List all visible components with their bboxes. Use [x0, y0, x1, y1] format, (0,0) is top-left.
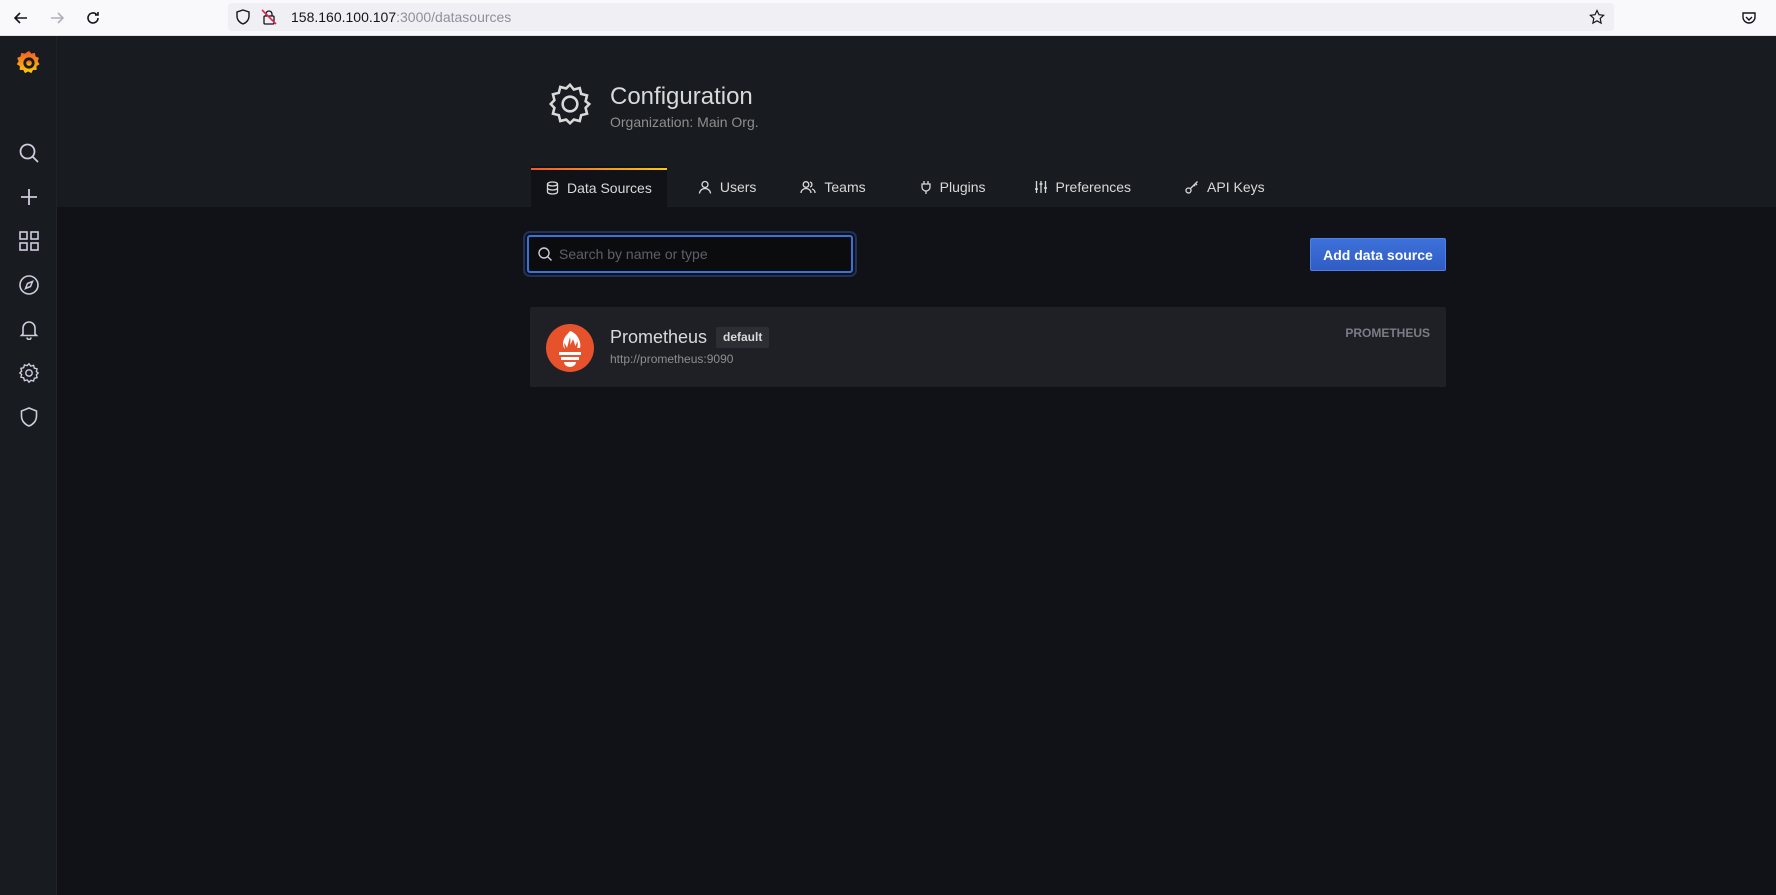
pocket-icon[interactable] [1737, 6, 1761, 30]
sidebar [0, 36, 57, 895]
search-field[interactable] [527, 235, 853, 273]
key-icon [1185, 180, 1198, 194]
page-header: Configuration Organization: Main Org. Da… [57, 36, 1776, 207]
grafana-logo-icon[interactable] [15, 49, 43, 77]
alerting-bell-icon[interactable] [15, 315, 43, 343]
add-data-source-button[interactable]: Add data source [1310, 238, 1446, 271]
tab-preferences[interactable]: Preferences [1019, 166, 1146, 207]
prometheus-logo-icon [546, 324, 594, 372]
plus-icon[interactable] [15, 183, 43, 211]
plug-icon [920, 180, 931, 194]
datasource-name: Prometheus [610, 327, 708, 347]
bookmark-star-icon[interactable] [1588, 8, 1606, 26]
users-icon [800, 180, 817, 193]
page-subtitle: Organization: Main Org. [610, 114, 759, 130]
datasource-url: http://prometheus:9090 [610, 352, 734, 366]
tab-label: Preferences [1055, 178, 1132, 195]
user-icon [698, 180, 711, 194]
reload-icon[interactable] [81, 6, 105, 30]
tab-label: Data Sources [567, 179, 652, 196]
tab-users[interactable]: Users [683, 166, 772, 207]
tab-data-sources[interactable]: Data Sources [531, 166, 667, 207]
sliders-icon [1034, 180, 1047, 193]
dashboards-icon[interactable] [15, 227, 43, 255]
tab-teams[interactable]: Teams [785, 166, 880, 207]
page-title: Configuration [610, 83, 753, 110]
tab-label: API Keys [1207, 178, 1265, 195]
tab-plugins[interactable]: Plugins [905, 166, 1001, 207]
tracking-shield-icon[interactable] [234, 8, 252, 26]
browser-toolbar: 158.160.100.107:3000/datasources [0, 0, 1776, 36]
tab-label: Plugins [939, 178, 986, 195]
insecure-lock-icon[interactable] [260, 8, 278, 26]
tab-api-keys[interactable]: API Keys [1170, 166, 1280, 207]
search-icon[interactable] [15, 139, 43, 167]
explore-icon[interactable] [15, 271, 43, 299]
gear-icon[interactable] [15, 359, 43, 387]
shield-icon[interactable] [15, 403, 43, 431]
tab-label: Users [719, 178, 757, 195]
database-icon [546, 180, 559, 195]
url-text: 158.160.100.107:3000/datasources [291, 9, 512, 25]
search-icon [538, 247, 552, 261]
back-icon[interactable] [9, 6, 33, 30]
address-bar[interactable]: 158.160.100.107:3000/datasources [228, 3, 1614, 31]
search-input[interactable] [559, 237, 839, 271]
config-tabs: Data Sources Users Teams Plugins Prefere… [531, 166, 1286, 207]
datasource-card[interactable]: Prometheus default http://prometheus:909… [530, 307, 1446, 387]
forward-icon[interactable] [45, 6, 69, 30]
tab-label: Teams [824, 178, 866, 195]
datasource-type: PROMETHEUS [1345, 326, 1430, 340]
default-badge: default [716, 327, 770, 348]
configuration-gear-icon [548, 82, 594, 128]
